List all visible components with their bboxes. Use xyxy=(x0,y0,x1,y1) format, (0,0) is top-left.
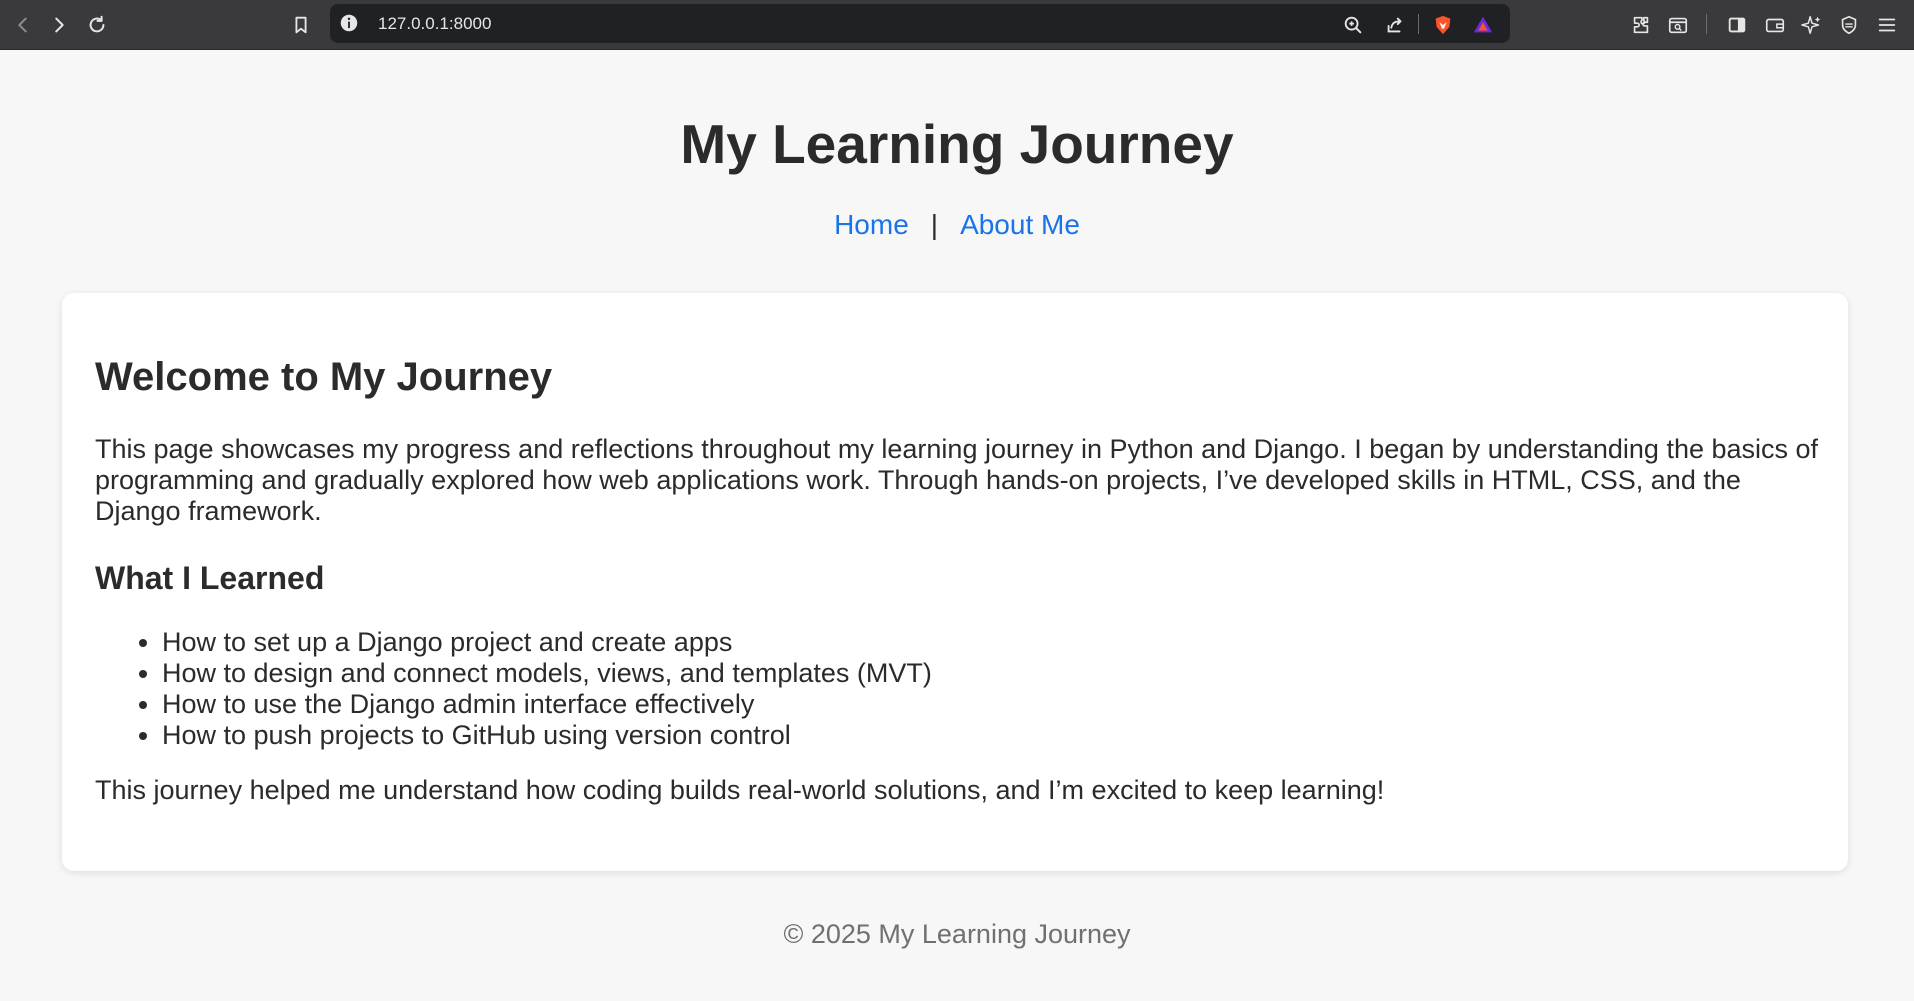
main-nav: Home | About Me xyxy=(0,209,1914,241)
learned-heading: What I Learned xyxy=(95,560,325,596)
vpn-icon[interactable] xyxy=(1836,12,1862,38)
bookmark-icon[interactable] xyxy=(288,12,314,38)
list-item: How to design and connect models, views,… xyxy=(162,658,932,689)
share-icon[interactable] xyxy=(1382,12,1408,38)
brave-shield-icon[interactable] xyxy=(1430,12,1456,38)
nav-link-about[interactable]: About Me xyxy=(960,209,1080,240)
forward-icon[interactable] xyxy=(46,12,72,38)
leo-ai-icon[interactable] xyxy=(1799,12,1825,38)
zoom-icon[interactable] xyxy=(1340,12,1366,38)
brave-rewards-icon[interactable] xyxy=(1470,12,1496,38)
intro-paragraph: This page showcases my progress and refl… xyxy=(95,434,1819,526)
learned-list: How to set up a Django project and creat… xyxy=(95,627,932,751)
footer-copyright: © 2025 My Learning Journey xyxy=(783,919,1131,949)
browser-toolbar: 127.0.0.1:8000 xyxy=(0,0,1914,50)
info-icon[interactable] xyxy=(338,12,360,34)
address-bar[interactable]: 127.0.0.1:8000 xyxy=(330,4,1510,43)
nav-link-home[interactable]: Home xyxy=(834,209,909,240)
tab-search-icon[interactable] xyxy=(1665,12,1691,38)
menu-icon[interactable] xyxy=(1874,12,1900,38)
page-title: My Learning Journey xyxy=(680,113,1234,175)
divider xyxy=(1418,14,1419,34)
welcome-heading: Welcome to My Journey xyxy=(95,355,553,399)
list-item: How to use the Django admin interface ef… xyxy=(162,689,932,720)
list-item: How to set up a Django project and creat… xyxy=(162,627,932,658)
nav-separator: | xyxy=(930,209,939,240)
wallet-icon[interactable] xyxy=(1762,12,1788,38)
content-card: Welcome to My Journey This page showcase… xyxy=(62,293,1848,871)
back-icon[interactable] xyxy=(10,12,36,38)
list-item: How to push projects to GitHub using ver… xyxy=(162,720,932,751)
reload-icon[interactable] xyxy=(84,12,110,38)
closing-paragraph: This journey helped me understand how co… xyxy=(95,775,1385,805)
sidebar-icon[interactable] xyxy=(1724,12,1750,38)
extensions-icon[interactable] xyxy=(1628,12,1654,38)
url-text[interactable]: 127.0.0.1:8000 xyxy=(378,14,491,34)
divider xyxy=(1706,14,1707,34)
